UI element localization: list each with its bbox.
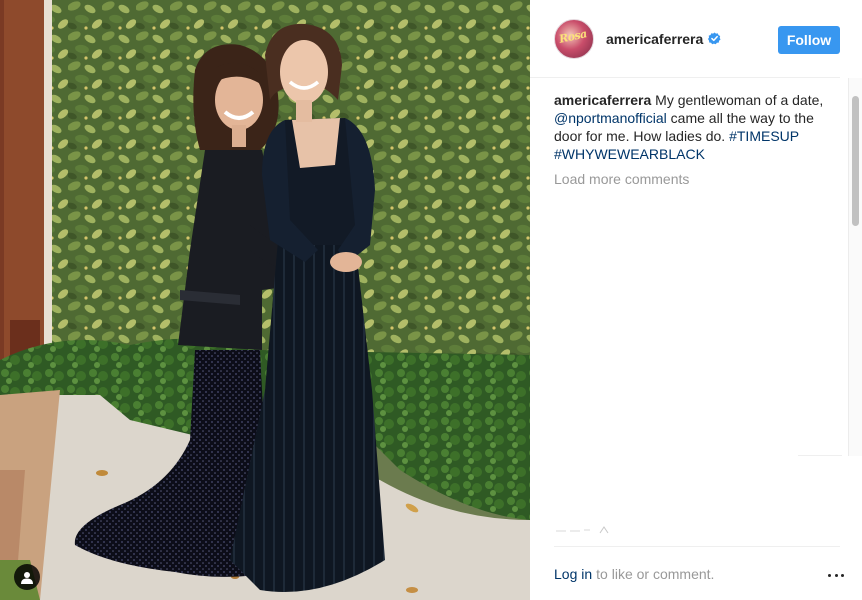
post-photo-image: [0, 0, 530, 600]
post-header: Rosa americaferrera Follow: [530, 0, 840, 78]
comments-scrollbar-thumb[interactable]: [852, 96, 859, 226]
hashtag-link-timesup[interactable]: #TIMESUP: [729, 128, 799, 144]
post-photo[interactable]: [0, 0, 530, 600]
post-footer: Log in to like or comment.: [554, 546, 844, 600]
post-side-panel: Rosa americaferrera Follow americaferrer…: [530, 0, 862, 600]
person-glyph: [21, 571, 33, 584]
divider: [798, 455, 842, 456]
user-tag-icon[interactable]: [14, 564, 40, 590]
more-dot: [841, 573, 844, 577]
caption-text-part1: My gentlewoman of a date,: [651, 92, 824, 108]
login-suffix-text: to like or comment.: [596, 565, 715, 582]
follow-button[interactable]: Follow: [778, 26, 840, 54]
more-dot: [828, 573, 831, 577]
header-username[interactable]: americaferrera: [606, 31, 703, 47]
comments-section: americaferrera My gentlewoman of a date,…: [554, 91, 836, 188]
more-options-icon[interactable]: [828, 567, 844, 583]
load-more-comments-button[interactable]: Load more comments: [554, 170, 836, 188]
caption: americaferrera My gentlewoman of a date,…: [554, 91, 836, 163]
login-link[interactable]: Log in: [554, 566, 592, 582]
hashtag-link-whywewearblack[interactable]: #WHYWEWEARBLACK: [554, 146, 705, 162]
avatar-logo-text: Rosa: [557, 26, 588, 46]
mention-link[interactable]: @nportmanofficial: [554, 110, 667, 126]
avatar[interactable]: Rosa: [554, 18, 594, 59]
caption-username[interactable]: americaferrera: [554, 92, 651, 108]
more-dot: [834, 573, 838, 577]
partial-scrolled-text: [556, 526, 609, 534]
verified-badge-icon: [708, 32, 721, 45]
